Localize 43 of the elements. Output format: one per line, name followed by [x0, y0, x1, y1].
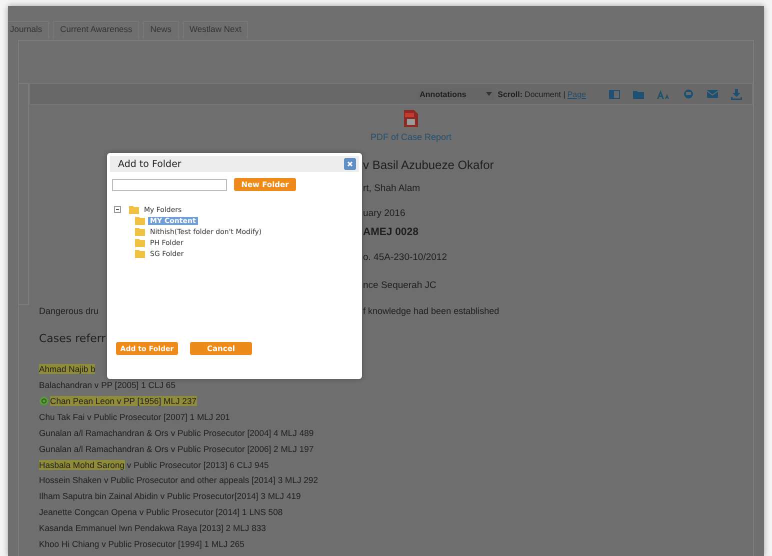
annotation-icon[interactable]: [39, 396, 49, 406]
download-icon[interactable]: [731, 88, 742, 100]
document-text: rt, Shah Alam: [363, 183, 420, 194]
document-text: o. 45A-230-10/2012: [363, 252, 447, 263]
section-heading: Cases referr: [39, 332, 106, 345]
nav-tab[interactable]: News: [143, 21, 179, 39]
close-icon[interactable]: [344, 158, 356, 170]
document-text: AMEJ 0028: [363, 226, 418, 238]
case-citation[interactable]: Jeanette Congcan Opena v Public Prosecutor [2014] 1 LNS 508: [39, 507, 283, 518]
case-citation[interactable]: Ilham Saputra bin Zainal Abidin v Public Prosecutor[2014] 3 MLJ 419: [39, 491, 301, 502]
case-citation[interactable]: Khoo Hi Chiang v Public Prosecutor [1994] 1 MLJ 265: [39, 538, 244, 549]
case-citation[interactable]: Hossein Shaken v Public Prosecutor and other appeals [2014] 3 MLJ 292: [39, 475, 318, 486]
scroll-document-option[interactable]: Document |: [524, 90, 566, 98]
document-text: f knowledge had been established: [363, 306, 500, 316]
case-citation[interactable]: Balachandran v PP [2005] 1 CLJ 65: [39, 380, 176, 390]
case-citation[interactable]: Gunalan a/l Ramachandran & Ors v Public Prosecutor [2004] 4 MLJ 489: [39, 428, 314, 438]
collapse-icon[interactable]: [114, 206, 121, 213]
print-icon[interactable]: [683, 89, 694, 99]
scroll-label: Scroll:: [498, 90, 523, 98]
case-citation[interactable]: Gunalan a/l Ramachandran & Ors v Public Prosecutor [2006] 2 MLJ 197: [39, 444, 314, 454]
folder-name-field[interactable]: [112, 178, 227, 190]
document-text: uary 2016: [363, 208, 406, 219]
layout-icon[interactable]: [609, 90, 620, 98]
font-size-icon[interactable]: [657, 90, 670, 98]
mail-icon[interactable]: [707, 90, 718, 98]
pdf-file-icon[interactable]: [404, 110, 418, 127]
highlighted-case-link[interactable]: Chan Pean Leon v PP [1956] MLJ 237: [50, 396, 197, 406]
nav-tab[interactable]: Journals: [8, 21, 50, 39]
case-citation[interactable]: Kasanda Emmanuel Iwn Pendakwa Raya [2013] 2 MLJ 833: [39, 523, 266, 534]
dialog-title: Add to Folder: [118, 158, 182, 170]
highlighted-case-link[interactable]: Hasbala Mohd Sarong: [39, 460, 125, 470]
highlighted-case-link[interactable]: Ahmad Najib b: [39, 364, 96, 374]
case-title: v Basil Azubueze Okafor: [363, 158, 494, 172]
nav-tab[interactable]: Westlaw Next: [182, 21, 248, 39]
caret-icon: [486, 92, 492, 96]
folder-icon[interactable]: [633, 90, 644, 98]
case-citation[interactable]: Chu Tak Fai v Public Prosecutor [2007] 1 MLJ 201: [39, 412, 230, 422]
case-citation[interactable]: v Public Prosecutor [2013] 6 CLJ 945: [124, 460, 269, 470]
nav-tab[interactable]: Current Awareness: [53, 21, 140, 39]
document-text: Dangerous dru: [39, 306, 99, 316]
document-text: nce Sequerah JC: [363, 280, 436, 291]
annotations-select[interactable]: Annotations: [416, 88, 495, 100]
pdf-link[interactable]: PDF of Case Report: [370, 132, 452, 142]
